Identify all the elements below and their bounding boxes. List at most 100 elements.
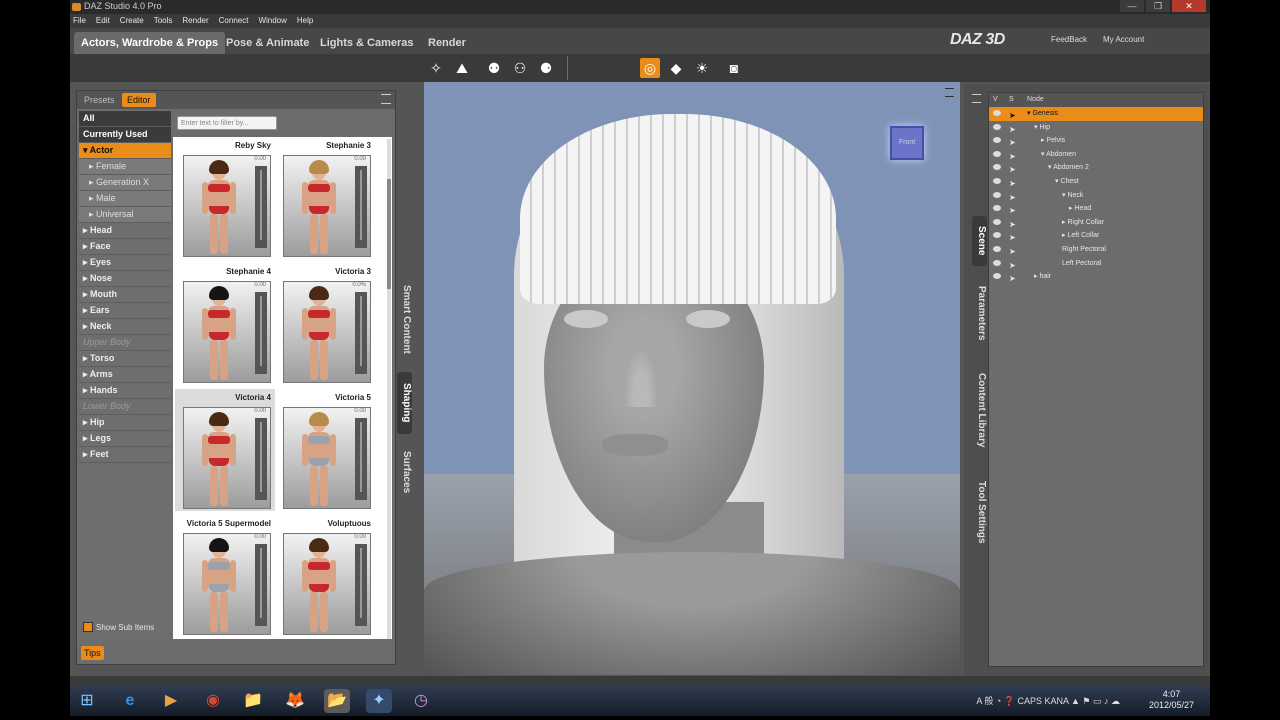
light-tool-icon[interactable]: ☀ [692, 58, 712, 78]
active-pose-icon[interactable]: ⚇ [510, 58, 530, 78]
camera-render-icon[interactable]: ◙ [724, 58, 744, 78]
visibility-eye-icon[interactable] [993, 110, 1001, 116]
menu-render[interactable]: Render [182, 14, 208, 28]
scene-node[interactable]: ➤ Left Pectoral [989, 257, 1203, 271]
scene-node[interactable]: ➤ ▸ Head [989, 202, 1203, 216]
menu-connect[interactable]: Connect [219, 14, 249, 28]
pane-options-icon[interactable] [381, 94, 391, 104]
taskbar-clock[interactable]: 4:07 2012/05/27 [1149, 689, 1194, 711]
preset-thumbnail[interactable]: 0.00 [183, 533, 271, 635]
preset-tile[interactable]: Voluptuous 0.00 [275, 515, 375, 637]
tab-lights-cameras[interactable]: Lights & Cameras [313, 32, 421, 54]
category-item[interactable]: ▸ Generation X [79, 175, 171, 191]
firefox-taskbar-icon[interactable]: 🦊 [282, 689, 308, 713]
minimize-button[interactable]: — [1120, 0, 1144, 12]
scene-node[interactable]: ➤ ▸ Right Collar [989, 216, 1203, 230]
system-tray[interactable]: A 般 ◔ ❓ CAPS KANA ▲ ⚑ ▭ ♪ ☁ [976, 694, 1120, 707]
scene-node[interactable]: ➤ ▾ Genesis [989, 107, 1203, 121]
scene-options-icon[interactable] [972, 94, 981, 103]
column-node[interactable]: Node [1027, 96, 1044, 103]
maximize-button[interactable]: ❐ [1146, 0, 1170, 12]
visibility-eye-icon[interactable] [993, 218, 1001, 225]
category-item[interactable]: ▸ Universal [79, 207, 171, 223]
category-item[interactable]: ▸ Female [79, 159, 171, 175]
tab-render[interactable]: Render [421, 32, 473, 54]
clock-app-taskbar-icon[interactable]: ◷ [408, 689, 434, 713]
visibility-eye-icon[interactable] [993, 259, 1001, 266]
preset-slider[interactable] [255, 292, 267, 374]
chrome-taskbar-icon[interactable]: ◉ [200, 689, 226, 713]
tab-tool-settings[interactable]: Tool Settings [973, 474, 987, 550]
preset-tile[interactable]: Victoria 3 0.0% [275, 263, 375, 385]
preset-thumbnail[interactable]: 0.00 [183, 281, 271, 383]
explorer-taskbar-icon[interactable]: 📁 [240, 689, 266, 713]
selectable-arrow-icon[interactable]: ➤ [1009, 272, 1016, 286]
preset-tile[interactable]: Victoria 5 Supermodel 0.00 [175, 515, 275, 637]
visibility-eye-icon[interactable] [993, 150, 1001, 157]
visibility-eye-icon[interactable] [993, 232, 1001, 239]
visibility-eye-icon[interactable] [993, 177, 1001, 184]
category-item[interactable]: ▸ Neck [79, 319, 171, 335]
scene-node[interactable]: ➤ ▾ Neck [989, 189, 1203, 203]
category-item[interactable]: ▸ Feet [79, 447, 171, 463]
preset-slider[interactable] [255, 544, 267, 626]
preset-slider[interactable] [255, 418, 267, 500]
tab-editor[interactable]: Editor [122, 93, 156, 107]
preset-slider[interactable] [355, 418, 367, 500]
category-item[interactable]: ▸ Arms [79, 367, 171, 383]
preset-tile[interactable]: Stephanie 4 0.00 [175, 263, 275, 385]
ime-taskbar-icon[interactable]: ✦ [366, 689, 392, 713]
scene-node[interactable]: ➤ ▸ hair [989, 270, 1203, 284]
preset-thumbnail[interactable]: 0.00 [183, 407, 271, 509]
3d-viewport[interactable]: Front [424, 82, 960, 675]
tab-pose-animate[interactable]: Pose & Animate [219, 32, 316, 54]
preset-tile[interactable]: Reby Sky 0.00 [175, 137, 275, 259]
category-item[interactable]: All [79, 111, 171, 127]
category-item[interactable]: Currently Used [79, 127, 171, 143]
tab-actors-wardrobe-props[interactable]: Actors, Wardrobe & Props [74, 32, 226, 54]
universal-tool-icon[interactable]: ⛰ [452, 58, 472, 78]
category-item[interactable]: ▸ Mouth [79, 287, 171, 303]
tab-presets[interactable]: Presets [79, 93, 120, 107]
visibility-eye-icon[interactable] [993, 191, 1001, 198]
my-account-link[interactable]: My Account [1103, 35, 1144, 44]
menu-file[interactable]: File [73, 14, 86, 28]
start-button[interactable]: ⊞ [74, 689, 100, 713]
menu-window[interactable]: Window [258, 14, 286, 28]
node-selection-icon[interactable]: ✧ [426, 58, 446, 78]
show-sub-items-checkbox[interactable]: Show Sub Items [83, 622, 154, 632]
tips-button[interactable]: Tips [81, 646, 104, 660]
figure-pose-icon[interactable]: ⚉ [484, 58, 504, 78]
preset-thumbnail[interactable]: 0.00 [283, 407, 371, 509]
preset-slider[interactable] [355, 292, 367, 374]
viewport-options-icon[interactable] [945, 88, 954, 97]
tab-scene[interactable]: Scene [972, 216, 987, 266]
menu-help[interactable]: Help [297, 14, 313, 28]
visibility-eye-icon[interactable] [993, 137, 1001, 144]
category-item[interactable]: ▸ Hands [79, 383, 171, 399]
visibility-eye-icon[interactable] [993, 123, 1001, 130]
preset-thumbnail[interactable]: 0.00 [283, 155, 371, 257]
category-item[interactable]: ▾ Actor [79, 143, 171, 159]
scene-node[interactable]: ➤ Right Pectoral [989, 243, 1203, 257]
category-item[interactable]: ▸ Head [79, 223, 171, 239]
column-visible[interactable]: V [993, 96, 998, 103]
scrollbar-thumb[interactable] [387, 179, 391, 289]
joint-editor-icon[interactable]: ⚈ [536, 58, 556, 78]
menu-create[interactable]: Create [120, 14, 144, 28]
category-item[interactable]: ▸ Ears [79, 303, 171, 319]
feedback-link[interactable]: FeedBack [1051, 35, 1087, 44]
preset-thumbnail[interactable]: 0.00 [283, 533, 371, 635]
preset-tile[interactable]: Victoria 5 0.00 [275, 389, 375, 511]
preset-tile[interactable]: Victoria 4 0.00 [175, 389, 275, 511]
menu-tools[interactable]: Tools [154, 14, 173, 28]
preset-thumbnail[interactable]: 0.00 [183, 155, 271, 257]
category-item[interactable]: ▸ Nose [79, 271, 171, 287]
scene-node[interactable]: ➤ ▾ Chest [989, 175, 1203, 189]
tab-shaping[interactable]: Shaping [397, 372, 412, 434]
media-player-taskbar-icon[interactable]: ▶ [158, 689, 184, 713]
tab-parameters[interactable]: Parameters [973, 280, 987, 346]
visibility-eye-icon[interactable] [993, 205, 1001, 212]
geometry-editor-icon[interactable]: ◆ [666, 58, 686, 78]
filter-input[interactable]: Enter text to filter by... [177, 116, 277, 130]
